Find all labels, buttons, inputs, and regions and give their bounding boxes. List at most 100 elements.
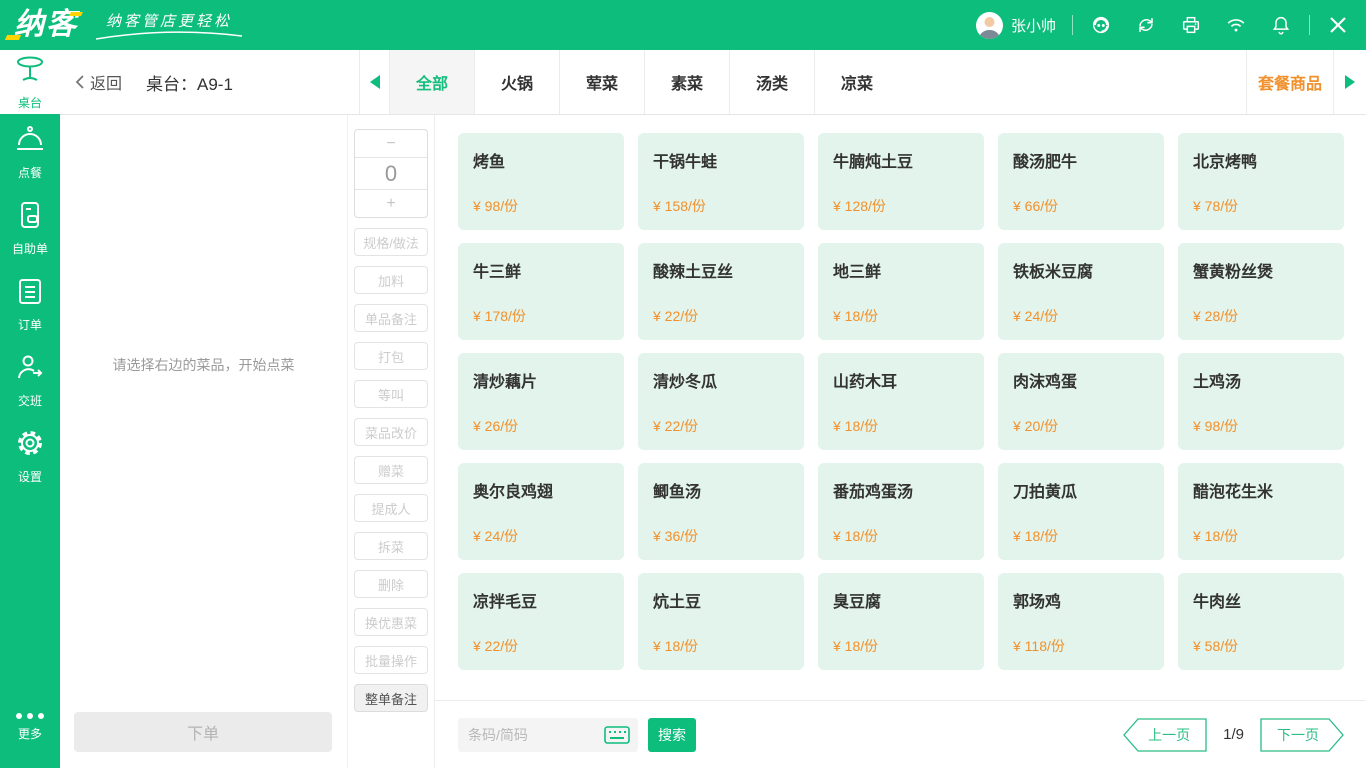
menu-item-price: ¥ 24/份 bbox=[473, 526, 610, 546]
menu-item-price: ¥ 26/份 bbox=[473, 416, 610, 436]
menu-item[interactable]: 臭豆腐¥ 18/份 bbox=[818, 573, 984, 670]
prev-page-button[interactable]: 上一页 bbox=[1123, 718, 1207, 752]
menu-item[interactable]: 干锅牛蛙¥ 158/份 bbox=[638, 133, 804, 230]
menu-item[interactable]: 北京烤鸭¥ 78/份 bbox=[1178, 133, 1344, 230]
category-scroll-right[interactable] bbox=[1334, 50, 1366, 114]
action-order-note-button[interactable]: 整单备注 bbox=[354, 684, 428, 712]
menu-item-name: 鲫鱼汤 bbox=[653, 478, 790, 502]
menu-item[interactable]: 肉沫鸡蛋¥ 20/份 bbox=[998, 353, 1164, 450]
menu-item[interactable]: 奥尔良鸡翅¥ 24/份 bbox=[458, 463, 624, 560]
brand-slogan: 纳客管店更轻松 bbox=[94, 10, 244, 41]
quantity-plus-button[interactable]: + bbox=[355, 190, 427, 217]
menu-item[interactable]: 土鸡汤¥ 98/份 bbox=[1178, 353, 1344, 450]
menu-item-price: ¥ 128/份 bbox=[833, 196, 970, 216]
back-button[interactable]: 返回 bbox=[60, 50, 134, 114]
close-icon[interactable] bbox=[1326, 13, 1350, 37]
tab-hotpot[interactable]: 火锅 bbox=[474, 50, 559, 114]
menu-item[interactable]: 炕土豆¥ 18/份 bbox=[638, 573, 804, 670]
action-commission-button[interactable]: 提成人 bbox=[354, 494, 428, 522]
next-page-button[interactable]: 下一页 bbox=[1260, 718, 1344, 752]
tab-meat[interactable]: 荤菜 bbox=[559, 50, 644, 114]
tab-vegetable[interactable]: 素菜 bbox=[644, 50, 729, 114]
tab-combo[interactable]: 套餐商品 bbox=[1246, 50, 1334, 114]
action-gift-dish-button[interactable]: 赠菜 bbox=[354, 456, 428, 484]
shift-icon bbox=[15, 352, 45, 387]
sidebar-item-tables[interactable]: 桌台 bbox=[0, 50, 60, 114]
avatar bbox=[976, 12, 1003, 39]
menu-item-name: 刀拍黄瓜 bbox=[1013, 478, 1150, 502]
tab-all[interactable]: 全部 bbox=[389, 50, 474, 114]
printer-icon[interactable] bbox=[1179, 13, 1203, 37]
action-change-price-button[interactable]: 菜品改价 bbox=[354, 418, 428, 446]
order-empty-hint: 请选择右边的菜品，开始点菜 bbox=[60, 355, 347, 375]
category-scroll-left[interactable] bbox=[359, 50, 389, 114]
menu-item[interactable]: 铁板米豆腐¥ 24/份 bbox=[998, 243, 1164, 340]
menu-item[interactable]: 凉拌毛豆¥ 22/份 bbox=[458, 573, 624, 670]
action-delete-button[interactable]: 删除 bbox=[354, 570, 428, 598]
header-divider bbox=[1309, 15, 1310, 35]
menu-item-name: 铁板米豆腐 bbox=[1013, 258, 1150, 282]
menu-item[interactable]: 牛肉丝 ¥ 58/份 bbox=[1178, 573, 1344, 670]
menu-item[interactable]: 清炒冬瓜¥ 22/份 bbox=[638, 353, 804, 450]
menu-item[interactable]: 牛腩炖土豆¥ 128/份 bbox=[818, 133, 984, 230]
menu-item-price: ¥ 36/份 bbox=[653, 526, 790, 546]
menu-item-name: 肉沫鸡蛋 bbox=[1013, 368, 1150, 392]
chevron-left-icon bbox=[74, 74, 86, 90]
pos-app: 纳客 纳客管店更轻松 张小帅 bbox=[0, 0, 1366, 768]
action-add-ingredient-button[interactable]: 加料 bbox=[354, 266, 428, 294]
menu-item[interactable]: 醋泡花生米¥ 18/份 bbox=[1178, 463, 1344, 560]
triangle-left-icon bbox=[370, 75, 380, 89]
menu-item[interactable]: 烤鱼¥ 98/份 bbox=[458, 133, 624, 230]
menu-item-name: 臭豆腐 bbox=[833, 588, 970, 612]
bell-icon[interactable] bbox=[1269, 13, 1293, 37]
menu-item[interactable]: 鲫鱼汤 ¥ 36/份 bbox=[638, 463, 804, 560]
menu-item[interactable]: 番茄鸡蛋汤¥ 18/份 bbox=[818, 463, 984, 560]
tab-soup[interactable]: 汤类 bbox=[729, 50, 814, 114]
sync-icon[interactable] bbox=[1134, 13, 1158, 37]
keyboard-icon[interactable] bbox=[602, 726, 630, 744]
menu-item[interactable]: 酸辣土豆丝¥ 22/份 bbox=[638, 243, 804, 340]
bottom-bar: 搜索 上一页 1/9 下一页 bbox=[435, 700, 1366, 768]
menu-item-name: 牛肉丝 bbox=[1193, 588, 1330, 612]
support-icon[interactable] bbox=[1089, 13, 1113, 37]
menu-item[interactable]: 刀拍黄瓜¥ 18/份 bbox=[998, 463, 1164, 560]
action-wait-call-button[interactable]: 等叫 bbox=[354, 380, 428, 408]
menu-item-name: 炕土豆 bbox=[653, 588, 790, 612]
barcode-input[interactable] bbox=[468, 727, 602, 743]
menu-item[interactable]: 牛三鲜¥ 178/份 bbox=[458, 243, 624, 340]
sidebar-item-shift[interactable]: 交班 bbox=[0, 342, 60, 418]
menu-item[interactable]: 酸汤肥牛 ¥ 66/份 bbox=[998, 133, 1164, 230]
quantity-minus-button[interactable]: − bbox=[355, 130, 427, 157]
menu-item[interactable]: 地三鲜¥ 18/份 bbox=[818, 243, 984, 340]
action-item-note-button[interactable]: 单品备注 bbox=[354, 304, 428, 332]
action-spec-button[interactable]: 规格/做法 bbox=[354, 228, 428, 256]
action-batch-button[interactable]: 批量操作 bbox=[354, 646, 428, 674]
menu-item-price: ¥ 78/份 bbox=[1193, 196, 1330, 216]
action-takeout-button[interactable]: 打包 bbox=[354, 342, 428, 370]
user-account[interactable]: 张小帅 bbox=[976, 12, 1056, 39]
sidebar-item-orders[interactable]: 订单 bbox=[0, 266, 60, 342]
sidebar-item-more[interactable]: 更多 bbox=[0, 692, 60, 762]
tab-cold[interactable]: 凉菜 bbox=[814, 50, 899, 114]
page-indicator: 1/9 bbox=[1223, 726, 1244, 743]
menu-item-name: 酸汤肥牛 bbox=[1013, 148, 1150, 172]
menu-item[interactable]: 山药木耳¥ 18/份 bbox=[818, 353, 984, 450]
menu-item-price: ¥ 66/份 bbox=[1013, 196, 1150, 216]
order-list-icon bbox=[15, 276, 45, 311]
table-title: 桌台：A9-1 bbox=[134, 50, 359, 114]
sidebar-item-self-order[interactable]: 自助单 bbox=[0, 190, 60, 266]
menu-item[interactable]: 清炒藕片¥ 26/份 bbox=[458, 353, 624, 450]
menu-item[interactable]: 郭场鸡¥ 118/份 bbox=[998, 573, 1164, 670]
sidebar-item-order-food[interactable]: 点餐 bbox=[0, 114, 60, 190]
search-button[interactable]: 搜索 bbox=[648, 718, 696, 752]
wifi-icon[interactable] bbox=[1224, 13, 1248, 37]
submit-order-button[interactable]: 下单 bbox=[74, 712, 332, 752]
sidebar-item-settings[interactable]: 设置 bbox=[0, 418, 60, 494]
menu-item-name: 醋泡花生米 bbox=[1193, 478, 1330, 502]
action-swap-discount-button[interactable]: 换优惠菜 bbox=[354, 608, 428, 636]
menu-item-name: 山药木耳 bbox=[833, 368, 970, 392]
action-split-dish-button[interactable]: 拆菜 bbox=[354, 532, 428, 560]
top-header: 纳客 纳客管店更轻松 张小帅 bbox=[0, 0, 1366, 50]
menu-item-price: ¥ 58/份 bbox=[1193, 636, 1330, 656]
menu-item[interactable]: 蟹黄粉丝煲¥ 28/份 bbox=[1178, 243, 1344, 340]
